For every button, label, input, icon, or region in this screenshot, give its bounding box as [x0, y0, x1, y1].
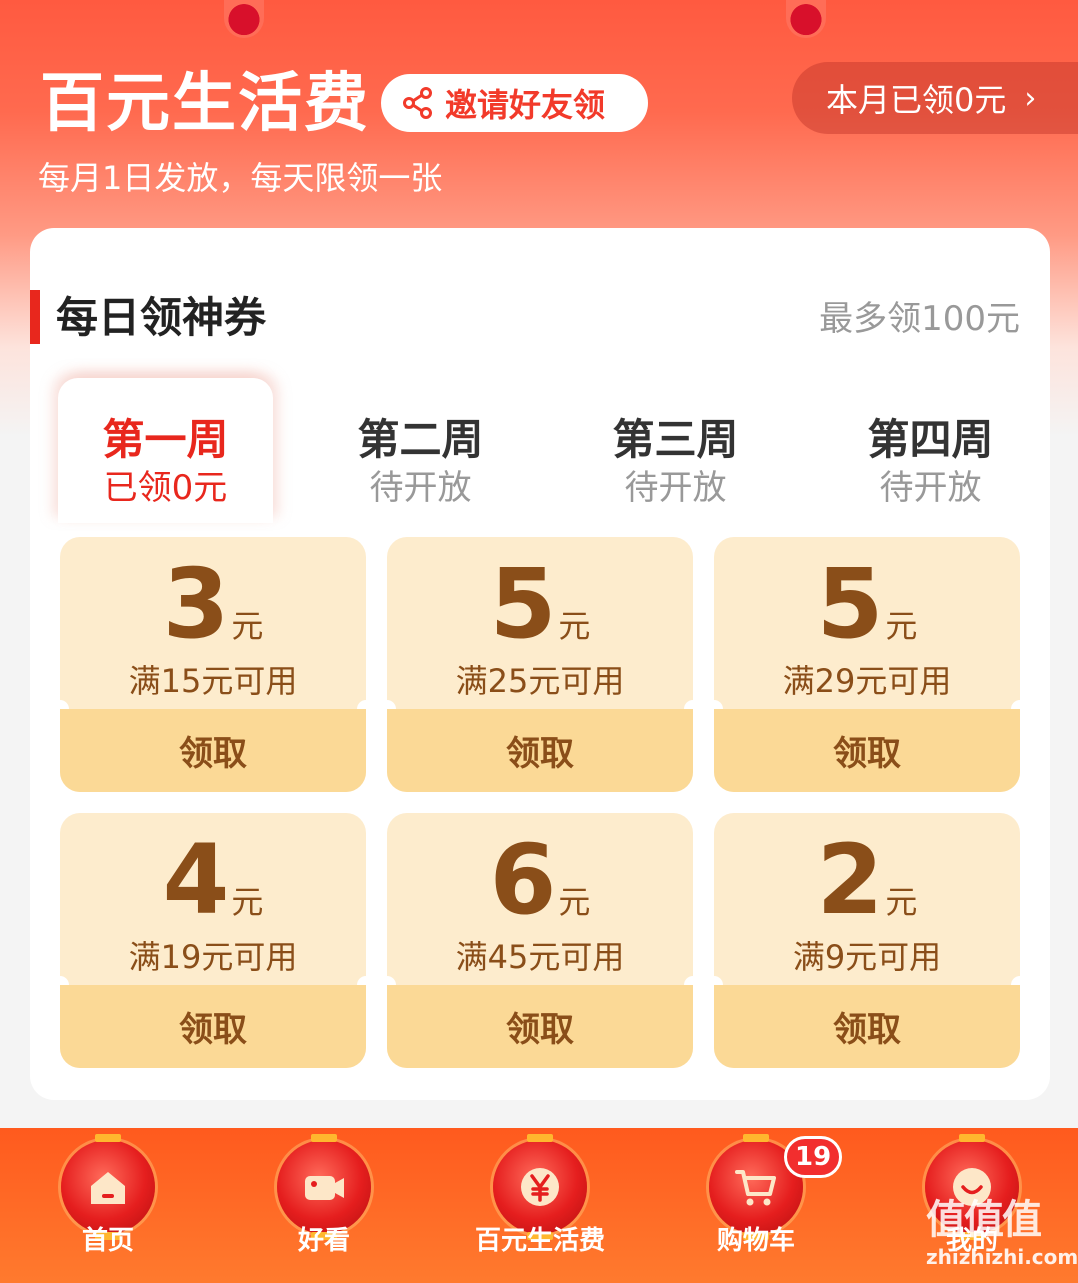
pin-icon	[786, 0, 826, 38]
tab-label: 首页	[81, 1226, 134, 1256]
coupon-condition: 满25元可用	[455, 662, 625, 700]
week-name: 第三周	[612, 415, 739, 464]
tab-home[interactable]: 首页	[0, 1128, 216, 1283]
month-claimed-link[interactable]: 本月已领0元 ›	[792, 62, 1078, 134]
coupon-value: 5	[816, 548, 884, 660]
section-title: 每日领神券	[56, 293, 267, 342]
coupon-condition: 满45元可用	[455, 938, 625, 976]
tab-good-looking[interactable]: 好看	[216, 1128, 432, 1283]
month-claimed-text: 本月已领0元	[826, 81, 1007, 119]
share-icon	[403, 87, 432, 119]
coupon: 5元 满25元可用 领取	[387, 537, 693, 792]
tab-living-allowance[interactable]: 百元生活费	[432, 1128, 648, 1283]
coupon-amount: 2元	[714, 825, 1020, 935]
lantern-icon	[493, 1134, 587, 1240]
coupon-amount: 5元	[387, 549, 693, 659]
coupon-condition: 满15元可用	[128, 662, 298, 700]
tab-label: 好看	[297, 1226, 350, 1256]
bottom-tab-bar: 首页 好看 百元生活费 19 购物车 我的	[0, 1128, 1078, 1283]
lantern-icon	[277, 1134, 371, 1240]
coupon-amount: 6元	[387, 825, 693, 935]
invite-friends-label: 邀请好友领	[445, 86, 606, 124]
coupon: 4元 满19元可用 领取	[60, 813, 366, 1068]
tab-week-1[interactable]: 第一周 已领0元	[58, 378, 273, 523]
week-tabs: 第一周 已领0元 第二周 待开放 第三周 待开放 第四周 待开放	[58, 378, 1028, 523]
claim-button[interactable]: 领取	[714, 709, 1020, 792]
coupon: 5元 满29元可用 领取	[714, 537, 1020, 792]
video-camera-icon	[305, 1176, 344, 1200]
section-header: 每日领神券 最多领100元	[30, 288, 1050, 348]
invite-friends-button[interactable]: 邀请好友领	[381, 74, 648, 132]
coupon-value: 5	[489, 548, 557, 660]
coupon-condition: 满19元可用	[128, 938, 298, 976]
home-icon	[91, 1172, 125, 1204]
tab-week-3[interactable]: 第三周 待开放	[568, 378, 783, 523]
coupon-body: 6元 满45元可用	[387, 813, 693, 985]
coupon-value: 6	[489, 824, 557, 936]
coupon-value: 3	[162, 548, 230, 660]
tab-label: 购物车	[716, 1226, 795, 1256]
week-name: 第四周	[867, 415, 994, 464]
coupon-unit: 元	[558, 883, 591, 921]
coupon-body: 5元 满25元可用	[387, 537, 693, 709]
week-status: 待开放	[624, 468, 727, 508]
shopping-cart-icon	[735, 1170, 776, 1206]
coupon-unit: 元	[231, 883, 264, 921]
coupon-amount: 4元	[60, 825, 366, 935]
claim-button[interactable]: 领取	[714, 985, 1020, 1068]
coupon-value: 2	[816, 824, 884, 936]
claim-button[interactable]: 领取	[60, 985, 366, 1068]
coupon-amount: 3元	[60, 549, 366, 659]
section-accent-bar	[30, 290, 40, 344]
section-limit: 最多领100元	[819, 299, 1020, 339]
coupon-unit: 元	[558, 607, 591, 645]
coupon-body: 5元 满29元可用	[714, 537, 1020, 709]
week-name: 第二周	[357, 415, 484, 464]
pin-icon	[224, 0, 264, 38]
week-name: 第一周	[102, 415, 229, 464]
week-status: 待开放	[879, 468, 982, 508]
coupon-unit: 元	[885, 883, 918, 921]
week-status: 待开放	[369, 468, 472, 508]
coupon-card: 每日领神券 最多领100元 第一周 已领0元 第二周 待开放 第三周 待开放 第…	[30, 228, 1050, 1100]
week-status: 已领0元	[103, 468, 228, 508]
coupon: 2元 满9元可用 领取	[714, 813, 1020, 1068]
coupon-body: 2元 满9元可用	[714, 813, 1020, 985]
coupon-unit: 元	[885, 607, 918, 645]
watermark-url: zhizhizhi.com	[926, 1245, 1078, 1269]
coupon-body: 4元 满19元可用	[60, 813, 366, 985]
claim-button[interactable]: 领取	[387, 985, 693, 1068]
coupon-condition: 满29元可用	[782, 662, 952, 700]
page-title: 百元生活费	[40, 67, 370, 141]
chevron-right-icon: ›	[1024, 80, 1037, 116]
yuan-coin-icon	[521, 1168, 559, 1206]
lantern-icon	[61, 1134, 155, 1240]
tab-label: 百元生活费	[474, 1226, 605, 1256]
tab-shopping-cart[interactable]: 19 购物车	[648, 1128, 864, 1283]
coupon-value: 4	[162, 824, 230, 936]
coupon-body: 3元 满15元可用	[60, 537, 366, 709]
page-subtitle: 每月1日发放，每天限领一张	[38, 159, 443, 197]
cart-count-badge: 19	[784, 1136, 843, 1178]
tab-week-2[interactable]: 第二周 待开放	[313, 378, 528, 523]
watermark-logo: 值值值	[926, 1197, 1042, 1243]
coupon-condition: 满9元可用	[792, 938, 942, 976]
claim-button[interactable]: 领取	[387, 709, 693, 792]
coupon-amount: 5元	[714, 549, 1020, 659]
coupon: 6元 满45元可用 领取	[387, 813, 693, 1068]
claim-button[interactable]: 领取	[60, 709, 366, 792]
tab-week-4[interactable]: 第四周 待开放	[823, 378, 1038, 523]
coupon: 3元 满15元可用 领取	[60, 537, 366, 792]
coupon-unit: 元	[231, 607, 264, 645]
